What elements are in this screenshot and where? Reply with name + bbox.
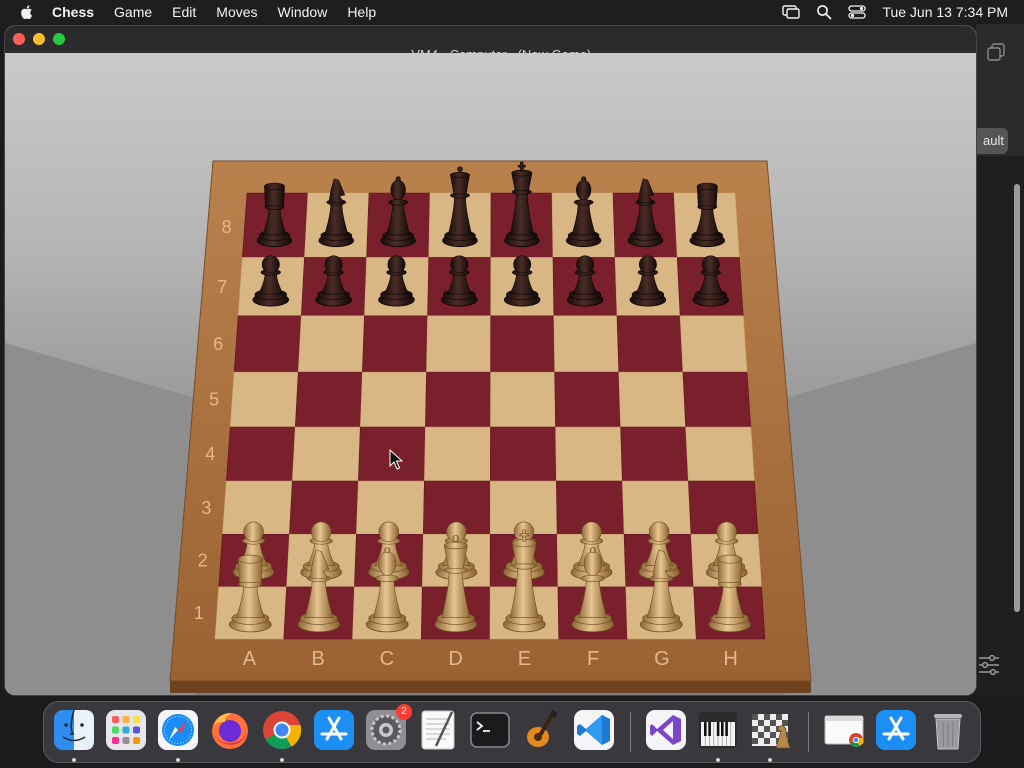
chess-window: VM4 - Computer (New Game)	[5, 26, 976, 695]
square-h6[interactable]	[679, 315, 748, 373]
square-a4[interactable]	[226, 426, 296, 482]
square-g6[interactable]	[616, 315, 684, 373]
square-f4[interactable]	[555, 426, 623, 482]
square-e5[interactable]	[490, 371, 556, 428]
trash-icon[interactable]	[926, 708, 970, 752]
piano-app-icon[interactable]	[696, 708, 740, 752]
dock-separator	[630, 712, 631, 752]
square-f5[interactable]	[554, 371, 621, 428]
rank-label: 8	[222, 217, 232, 237]
square-b6[interactable]	[297, 315, 365, 373]
file-label: E	[518, 648, 531, 670]
copy-icon[interactable]	[986, 42, 1006, 62]
running-indicator	[72, 758, 76, 762]
textedit-icon[interactable]	[416, 708, 460, 752]
system-settings-icon[interactable]: 2	[364, 704, 412, 752]
menu-window[interactable]: Window	[278, 4, 328, 20]
floor-left	[5, 343, 195, 695]
dock-separator	[808, 712, 809, 752]
finder-icon[interactable]	[52, 708, 96, 752]
file-label: C	[380, 648, 394, 670]
launchpad-icon[interactable]	[104, 708, 148, 752]
square-f6[interactable]	[553, 315, 620, 373]
square-h5[interactable]	[682, 371, 752, 428]
firefox-icon[interactable]	[208, 708, 252, 752]
file-label: A	[243, 648, 257, 670]
square-a6[interactable]	[233, 315, 302, 373]
background-window: ault	[976, 24, 1024, 696]
board-squares[interactable]	[214, 192, 766, 640]
safari-icon[interactable]	[156, 708, 200, 752]
rank-label: 2	[198, 551, 208, 571]
square-b4[interactable]	[292, 426, 361, 482]
menu-game[interactable]: Game	[114, 4, 152, 20]
screen-mirroring-icon[interactable]	[782, 5, 801, 19]
square-b5[interactable]	[294, 371, 363, 428]
app-store-download-icon[interactable]	[874, 708, 918, 752]
vscode-icon[interactable]	[572, 708, 616, 752]
file-label: D	[448, 648, 462, 670]
square-d5[interactable]	[425, 371, 491, 428]
dock: 2	[43, 701, 981, 763]
square-c6[interactable]	[362, 315, 428, 373]
board-frame-side	[170, 680, 811, 693]
square-d4[interactable]	[424, 426, 491, 482]
rank-label: 4	[205, 444, 215, 464]
file-label: B	[311, 648, 324, 670]
running-indicator	[176, 758, 180, 762]
apple-logo-icon[interactable]	[18, 3, 36, 21]
file-label: H	[723, 648, 737, 670]
square-c5[interactable]	[360, 371, 427, 428]
rank-label: 7	[217, 277, 227, 297]
chess-app-icon[interactable]	[748, 708, 792, 752]
rank-label: 1	[194, 603, 204, 623]
sliders-icon[interactable]	[978, 654, 1000, 676]
square-e6[interactable]	[490, 315, 556, 373]
scrollbar-thumb[interactable]	[1014, 184, 1020, 612]
title-bar[interactable]: VM4 - Computer (New Game)	[5, 26, 976, 73]
app-store-icon[interactable]	[312, 708, 356, 752]
game-view[interactable]: 8 7 6 5 4 3 2 1 A B C D E F G H	[5, 53, 976, 695]
square-d6[interactable]	[426, 315, 492, 373]
control-center-icon[interactable]	[848, 5, 867, 19]
search-icon[interactable]	[816, 4, 832, 20]
square-g5[interactable]	[618, 371, 686, 428]
rank-label: 5	[209, 390, 219, 410]
running-indicator	[768, 758, 772, 762]
visual-studio-icon[interactable]	[644, 708, 688, 752]
file-label: F	[587, 648, 599, 670]
menu-moves[interactable]: Moves	[216, 4, 257, 20]
square-h4[interactable]	[685, 426, 755, 482]
menu-app-name[interactable]: Chess	[52, 4, 94, 20]
file-label: G	[654, 648, 670, 670]
rank-label: 3	[201, 498, 211, 518]
default-button[interactable]: ault	[976, 128, 1008, 154]
garageband-icon[interactable]	[520, 708, 564, 752]
running-indicator	[716, 758, 720, 762]
chrome-icon[interactable]	[260, 708, 304, 752]
menu-bar: Chess Game Edit Moves Window Help Tue Ju…	[0, 0, 1024, 24]
rank-label: 6	[213, 334, 223, 354]
chrome-document-icon[interactable]	[822, 708, 866, 752]
menu-edit[interactable]: Edit	[172, 4, 196, 20]
menu-clock[interactable]: Tue Jun 13 7:34 PM	[882, 4, 1008, 20]
terminal-icon[interactable]	[468, 708, 512, 752]
notification-badge: 2	[396, 704, 412, 720]
chess-board-scene[interactable]: 8 7 6 5 4 3 2 1 A B C D E F G H	[5, 53, 976, 695]
square-g4[interactable]	[620, 426, 689, 482]
square-e4[interactable]	[490, 426, 557, 482]
square-a5[interactable]	[229, 371, 299, 428]
running-indicator	[280, 758, 284, 762]
menu-help[interactable]: Help	[347, 4, 376, 20]
floor-right	[785, 343, 976, 695]
